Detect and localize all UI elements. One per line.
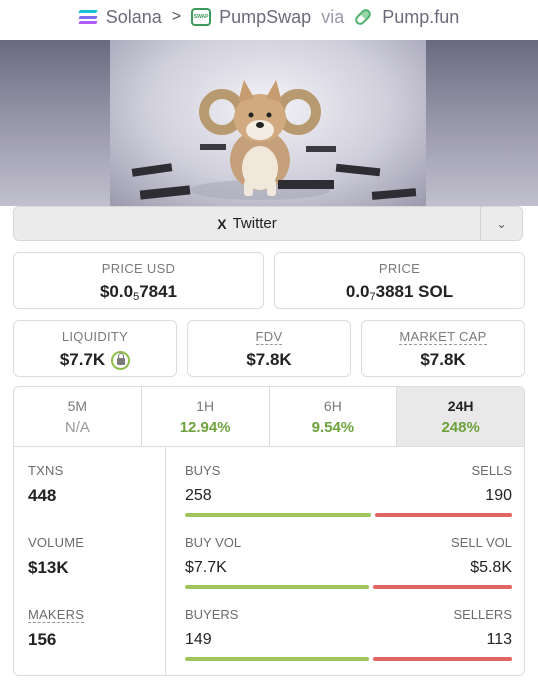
solana-icon <box>78 10 98 24</box>
pumpfun-pill-icon <box>353 7 374 27</box>
price-sol-value: 0.073881 SOL <box>345 282 454 303</box>
tab-6h[interactable]: 6H 9.54% <box>270 387 398 446</box>
makers-metric: MAKERS 156 <box>28 607 85 650</box>
chevron-down-icon: ⌄ <box>496 216 507 231</box>
fdv-label[interactable]: FDV <box>188 329 350 345</box>
fdv-card: FDV $7.8K <box>187 320 351 377</box>
liquidity-label: LIQUIDITY <box>61 329 129 344</box>
token-banner-image <box>0 40 538 206</box>
volume-split-row: BUY VOL SELL VOL $7.7K $5.8K <box>185 535 512 589</box>
buyers-bar-fill <box>185 657 369 661</box>
sellers-label: SELLERS <box>453 607 512 622</box>
buys-sells-bar <box>185 513 512 517</box>
buy-vol-value: $7.7K <box>185 559 227 576</box>
liquidity-card: LIQUIDITY $7.7K <box>13 320 177 377</box>
sell-vol-value: $5.8K <box>470 559 512 576</box>
twitter-button[interactable]: X Twitter <box>14 207 480 240</box>
price-usd-value: $0.057841 <box>99 282 178 303</box>
liquidity-value: $7.7K <box>59 350 106 369</box>
ram-dog-illustration <box>131 80 417 200</box>
price-usd-card: PRICE USD $0.057841 <box>13 252 264 309</box>
breadcrumb-via: via <box>321 6 345 27</box>
socials-dropdown-button[interactable]: ⌄ <box>480 207 522 240</box>
banner-center <box>110 40 426 206</box>
market-cap-label[interactable]: MARKET CAP <box>362 329 524 345</box>
tab-5m-change: N/A <box>64 419 90 436</box>
txns-value: 448 <box>28 486 57 505</box>
x-logo-icon: X <box>217 215 227 232</box>
price-usd-label: PRICE USD <box>101 261 176 276</box>
price-sol-label: PRICE <box>378 261 421 276</box>
buyers-sellers-row: BUYERS SELLERS 149 113 <box>185 607 512 661</box>
sellers-bar-fill <box>372 657 512 661</box>
buyers-sellers-bar <box>185 657 512 661</box>
totals-column: TXNS 448 VOLUME $13K MAKERS 156 <box>14 447 166 675</box>
tab-5m[interactable]: 5M N/A <box>14 387 142 446</box>
banner-left-blur <box>0 40 110 206</box>
lock-icon[interactable] <box>111 350 131 370</box>
tab-1h-change: 12.94% <box>179 419 231 436</box>
price-sol-card: PRICE 0.073881 SOL <box>274 252 525 309</box>
twitter-link-bar: X Twitter ⌄ <box>13 206 523 241</box>
timeframe-tabs: 5M N/A 1H 12.94% 6H 9.54% 24H 248% <box>14 387 524 447</box>
market-cap-value: $7.8K <box>420 350 466 369</box>
sells-bar-fill <box>375 513 512 517</box>
breadcrumb: Solana > SWAP PumpSwap via Pump.fun <box>0 0 538 34</box>
sell-vol-bar-fill <box>373 585 512 589</box>
buyers-label: BUYERS <box>185 607 239 622</box>
pumpswap-icon: SWAP <box>191 8 212 26</box>
tab-5m-label: 5M <box>67 398 88 414</box>
fdv-value: $7.8K <box>246 350 292 369</box>
tab-6h-change: 9.54% <box>311 419 355 436</box>
twitter-label: Twitter <box>232 215 277 232</box>
sells-label: SELLS <box>471 463 512 478</box>
sells-value: 190 <box>485 487 512 504</box>
buy-vol-bar-fill <box>185 585 370 589</box>
volume-split-bar <box>185 585 512 589</box>
breadcrumb-separator: > <box>171 8 182 25</box>
makers-value: 156 <box>28 630 57 649</box>
volume-metric: VOLUME $13K <box>28 535 84 578</box>
volume-label: VOLUME <box>28 535 85 550</box>
market-cap-card: MARKET CAP $7.8K <box>361 320 525 377</box>
breadcrumb-dex[interactable]: PumpSwap <box>219 7 311 28</box>
tab-24h-change: 248% <box>441 419 480 436</box>
buys-label: BUYS <box>185 463 221 478</box>
tab-1h[interactable]: 1H 12.94% <box>142 387 270 446</box>
buys-bar-fill <box>185 513 372 517</box>
buy-vol-label: BUY VOL <box>185 535 242 550</box>
liquidity-value-wrap: $7.7K <box>14 350 176 370</box>
banner-right-blur <box>426 40 538 206</box>
tab-24h[interactable]: 24H 248% <box>397 387 524 446</box>
trading-stats-panel: 5M N/A 1H 12.94% 6H 9.54% 24H 248% TXNS … <box>13 386 525 676</box>
buys-sells-row: BUYS SELLS 258 190 <box>185 463 512 517</box>
tab-1h-label: 1H <box>196 398 215 414</box>
breadcrumb-launchpad[interactable]: Pump.fun <box>382 7 459 28</box>
buys-value: 258 <box>185 487 212 504</box>
makers-label[interactable]: MAKERS <box>28 607 85 623</box>
txns-label: TXNS <box>28 463 64 478</box>
buyers-value: 149 <box>185 631 212 648</box>
volume-value: $13K <box>28 558 69 577</box>
breadcrumb-chain[interactable]: Solana <box>106 7 162 28</box>
tab-6h-label: 6H <box>323 398 342 414</box>
sell-vol-label: SELL VOL <box>451 535 512 550</box>
sellers-value: 113 <box>486 631 512 648</box>
txns-metric: TXNS 448 <box>28 463 63 506</box>
tab-24h-label: 24H <box>447 398 474 414</box>
